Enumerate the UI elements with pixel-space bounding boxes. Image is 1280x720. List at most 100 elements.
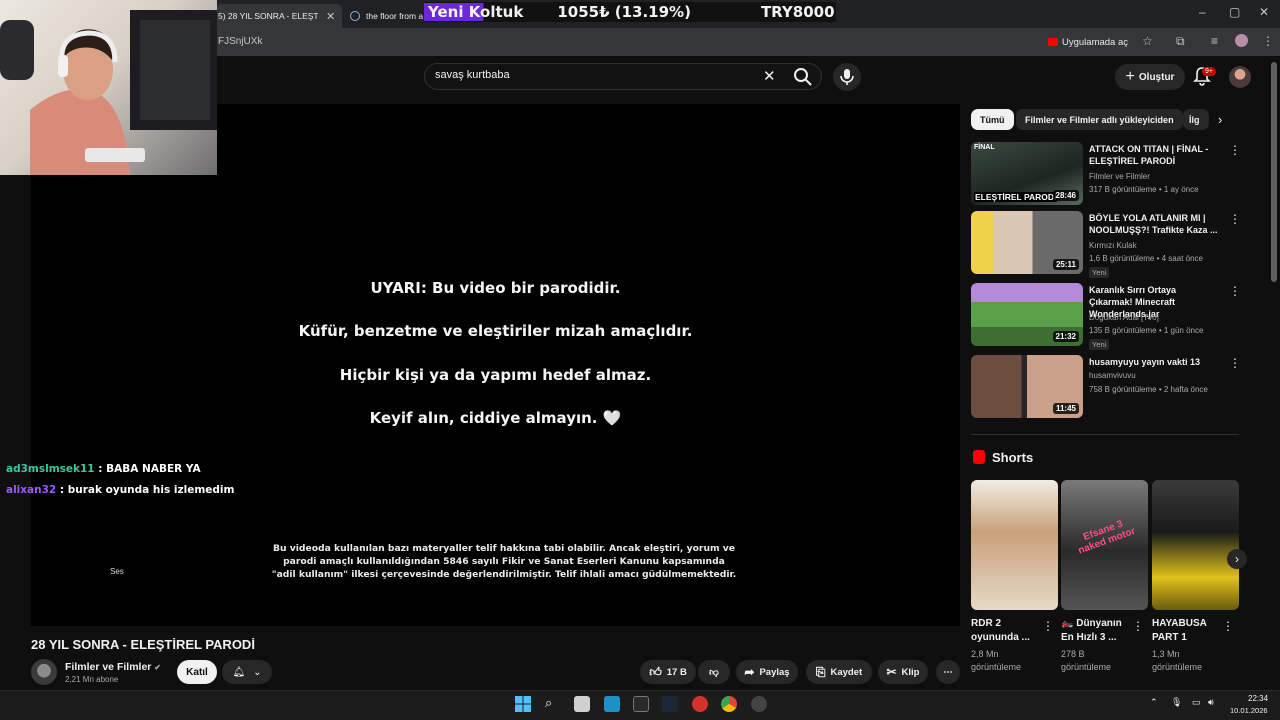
network-icon[interactable]: ▭ xyxy=(1192,697,1201,708)
overlay-name: Yeni Koltuk xyxy=(424,3,528,21)
create-button[interactable]: + Oluştur xyxy=(1115,64,1185,90)
search-input[interactable]: savaş kurtbaba xyxy=(435,69,510,81)
browser-menu-icon[interactable]: ⋮ xyxy=(1262,34,1274,48)
notification-count-badge: 9+ xyxy=(1202,67,1216,76)
thumbs-down-icon: 👎︎ xyxy=(709,667,719,678)
short-thumbnail[interactable] xyxy=(1152,480,1239,610)
bookmark-star-icon[interactable]: ☆ xyxy=(1142,34,1153,48)
rec-title[interactable]: husamyuyu yayın vakti 13 xyxy=(1089,356,1219,368)
chip-related[interactable]: İlg xyxy=(1183,109,1209,130)
tab-second[interactable]: the floor from a xyxy=(346,4,424,28)
like-button[interactable]: 👍︎ 17 B xyxy=(640,660,696,684)
account-avatar[interactable] xyxy=(1229,66,1251,88)
epic-games-icon[interactable] xyxy=(633,696,649,712)
video-title: 28 YIL SONRA - ELEŞTİREL PARODİ xyxy=(31,637,255,652)
share-button[interactable]: ➦ Paylaş xyxy=(736,660,798,684)
chip-all[interactable]: Tümü xyxy=(971,109,1014,130)
rec-channel[interactable]: Doğukan Adal [Tvo] xyxy=(1089,313,1159,322)
short-title[interactable]: HAYABUSA PART 1 xyxy=(1152,617,1222,645)
share-label: Paylaş xyxy=(759,666,790,678)
warning-line-2: Küfür, benzetme ve eleştiriler mizah ama… xyxy=(298,322,693,340)
warning-line-4: Keyif alın, ciddiye almayın. 🤍 xyxy=(369,409,622,427)
subscription-bell-button[interactable]: 🔔︎ ⌄ xyxy=(222,660,272,684)
thumb-tag: FİNAL xyxy=(974,144,995,151)
create-label: Oluştur xyxy=(1138,71,1175,83)
save-button[interactable]: ⎘ Kaydet xyxy=(806,660,872,684)
maximize-icon[interactable]: ▢ xyxy=(1229,5,1240,19)
rec-channel[interactable]: husamvivuvu xyxy=(1089,371,1136,380)
windows-start-icon[interactable] xyxy=(515,696,531,712)
clear-search-icon[interactable]: ✕ xyxy=(763,67,776,85)
microphone-tray-icon[interactable]: 🎙︎ xyxy=(1171,697,1182,708)
open-in-app-button[interactable]: Uygulamada aç xyxy=(1048,34,1128,50)
extensions-icon[interactable]: ⧉ xyxy=(1176,34,1185,49)
app-icon-2[interactable] xyxy=(751,696,767,712)
search-icon[interactable] xyxy=(792,66,814,88)
channel-avatar[interactable] xyxy=(31,659,57,685)
tray-chevron-up-icon[interactable]: ⌃ xyxy=(1150,697,1158,708)
youtube-icon xyxy=(1048,38,1058,46)
warning-line-3: Hiçbir kişi ya da yapımı hedef almaz. xyxy=(339,366,652,384)
short-title[interactable]: RDR 2 oyununda ... xyxy=(971,617,1041,645)
video-duration: 21:32 xyxy=(1052,331,1079,342)
short-thumbnail[interactable]: Efsane 3 naked motor xyxy=(1061,480,1148,610)
app-icon[interactable] xyxy=(692,696,708,712)
video-thumbnail[interactable]: 25:11 xyxy=(971,211,1083,274)
video-thumbnail[interactable]: FİNAL ELEŞTİREL PARODİ 28:46 xyxy=(971,142,1083,205)
more-vertical-icon[interactable]: ⋮ xyxy=(1229,284,1241,298)
channel-name[interactable]: Filmler ve Filmler ✔ xyxy=(65,661,161,673)
chat-text: : BABA NABER YA xyxy=(98,463,201,475)
tab-active-video[interactable]: 5) 28 YIL SONRA - ELEŞTİREL ✕ xyxy=(216,4,342,28)
video-thumbnail[interactable]: 21:32 xyxy=(971,283,1083,346)
more-vertical-icon[interactable]: ⋮ xyxy=(1229,356,1241,370)
shorts-next-button[interactable]: › xyxy=(1227,549,1247,569)
more-actions-button[interactable]: ⋯ xyxy=(936,660,960,684)
reading-list-icon[interactable]: ≡ xyxy=(1211,34,1218,48)
url-text[interactable]: FJSnjUXk xyxy=(218,36,262,47)
task-view-icon[interactable] xyxy=(574,696,590,712)
minimize-icon[interactable]: – xyxy=(1199,5,1206,19)
close-window-icon[interactable]: ✕ xyxy=(1259,5,1269,19)
short-views: 278 B görüntüleme xyxy=(1061,649,1112,672)
voice-search-button[interactable] xyxy=(833,63,861,91)
divider xyxy=(971,434,1239,435)
chrome-icon[interactable] xyxy=(721,696,737,712)
warning-line-1: UYARI: Bu video bir parodidir. xyxy=(370,279,621,297)
profile-avatar-icon[interactable] xyxy=(1235,34,1248,47)
video-duration: 11:45 xyxy=(1052,403,1079,414)
clock-date[interactable]: 10.01.2026 xyxy=(1230,706,1268,715)
more-vertical-icon[interactable]: ⋮ xyxy=(1229,143,1241,157)
bell-icon: 🔔︎ xyxy=(232,666,246,678)
clip-button[interactable]: ✂ Klip xyxy=(878,660,928,684)
file-explorer-icon[interactable] xyxy=(604,696,620,712)
like-count: 17 B xyxy=(666,666,687,678)
dislike-button[interactable]: 👎︎ xyxy=(698,660,730,684)
more-vertical-icon[interactable]: ⋮ xyxy=(1229,212,1241,226)
video-thumbnail[interactable]: 11:45 xyxy=(971,355,1083,418)
volume-icon[interactable]: 🔊︎ xyxy=(1208,697,1214,708)
rec-title[interactable]: ATTACK ON TITAN | FİNAL - ELEŞTİREL PARO… xyxy=(1089,143,1219,167)
more-vertical-icon[interactable]: ⋮ xyxy=(1132,619,1144,633)
page-scrollbar[interactable] xyxy=(1271,62,1277,282)
tab-label: the floor from a xyxy=(366,11,424,21)
short-thumb-caption: Efsane 3 naked motor xyxy=(1076,518,1137,557)
taskbar-search-icon[interactable]: ⌕ xyxy=(545,695,552,711)
chevron-right-icon[interactable]: › xyxy=(1218,112,1222,127)
shorts-section-title: Shorts xyxy=(992,450,1034,465)
tab-label: 5) 28 YIL SONRA - ELEŞTİREL xyxy=(218,11,318,21)
chat-text: : burak oyunda his izlemedim xyxy=(59,484,235,496)
join-button[interactable]: Katıl xyxy=(177,660,217,684)
rec-title[interactable]: BÖYLE YOLA ATLANIR MI | NOOLMUŞŞ?! Trafi… xyxy=(1089,212,1219,236)
steam-icon[interactable] xyxy=(662,696,678,712)
short-title[interactable]: 🏍️ Dünyanın En Hızlı 3 ... xyxy=(1061,617,1131,645)
clock-time[interactable]: 22:34 xyxy=(1248,694,1268,703)
short-thumbnail[interactable] xyxy=(971,480,1058,610)
close-tab-icon[interactable]: ✕ xyxy=(326,10,335,23)
overlay-value: TRY8000 xyxy=(760,3,835,21)
more-vertical-icon[interactable]: ⋮ xyxy=(1042,619,1054,633)
chip-from-uploader[interactable]: Filmler ve Filmler adlı yükleyiciden xyxy=(1016,109,1183,130)
rec-channel[interactable]: Kırmızı Kulak xyxy=(1089,241,1137,250)
more-vertical-icon[interactable]: ⋮ xyxy=(1222,619,1234,633)
rec-meta: 317 B görüntüleme • 1 ay önce xyxy=(1089,185,1199,194)
rec-channel[interactable]: Filmler ve Filmler xyxy=(1089,172,1150,181)
